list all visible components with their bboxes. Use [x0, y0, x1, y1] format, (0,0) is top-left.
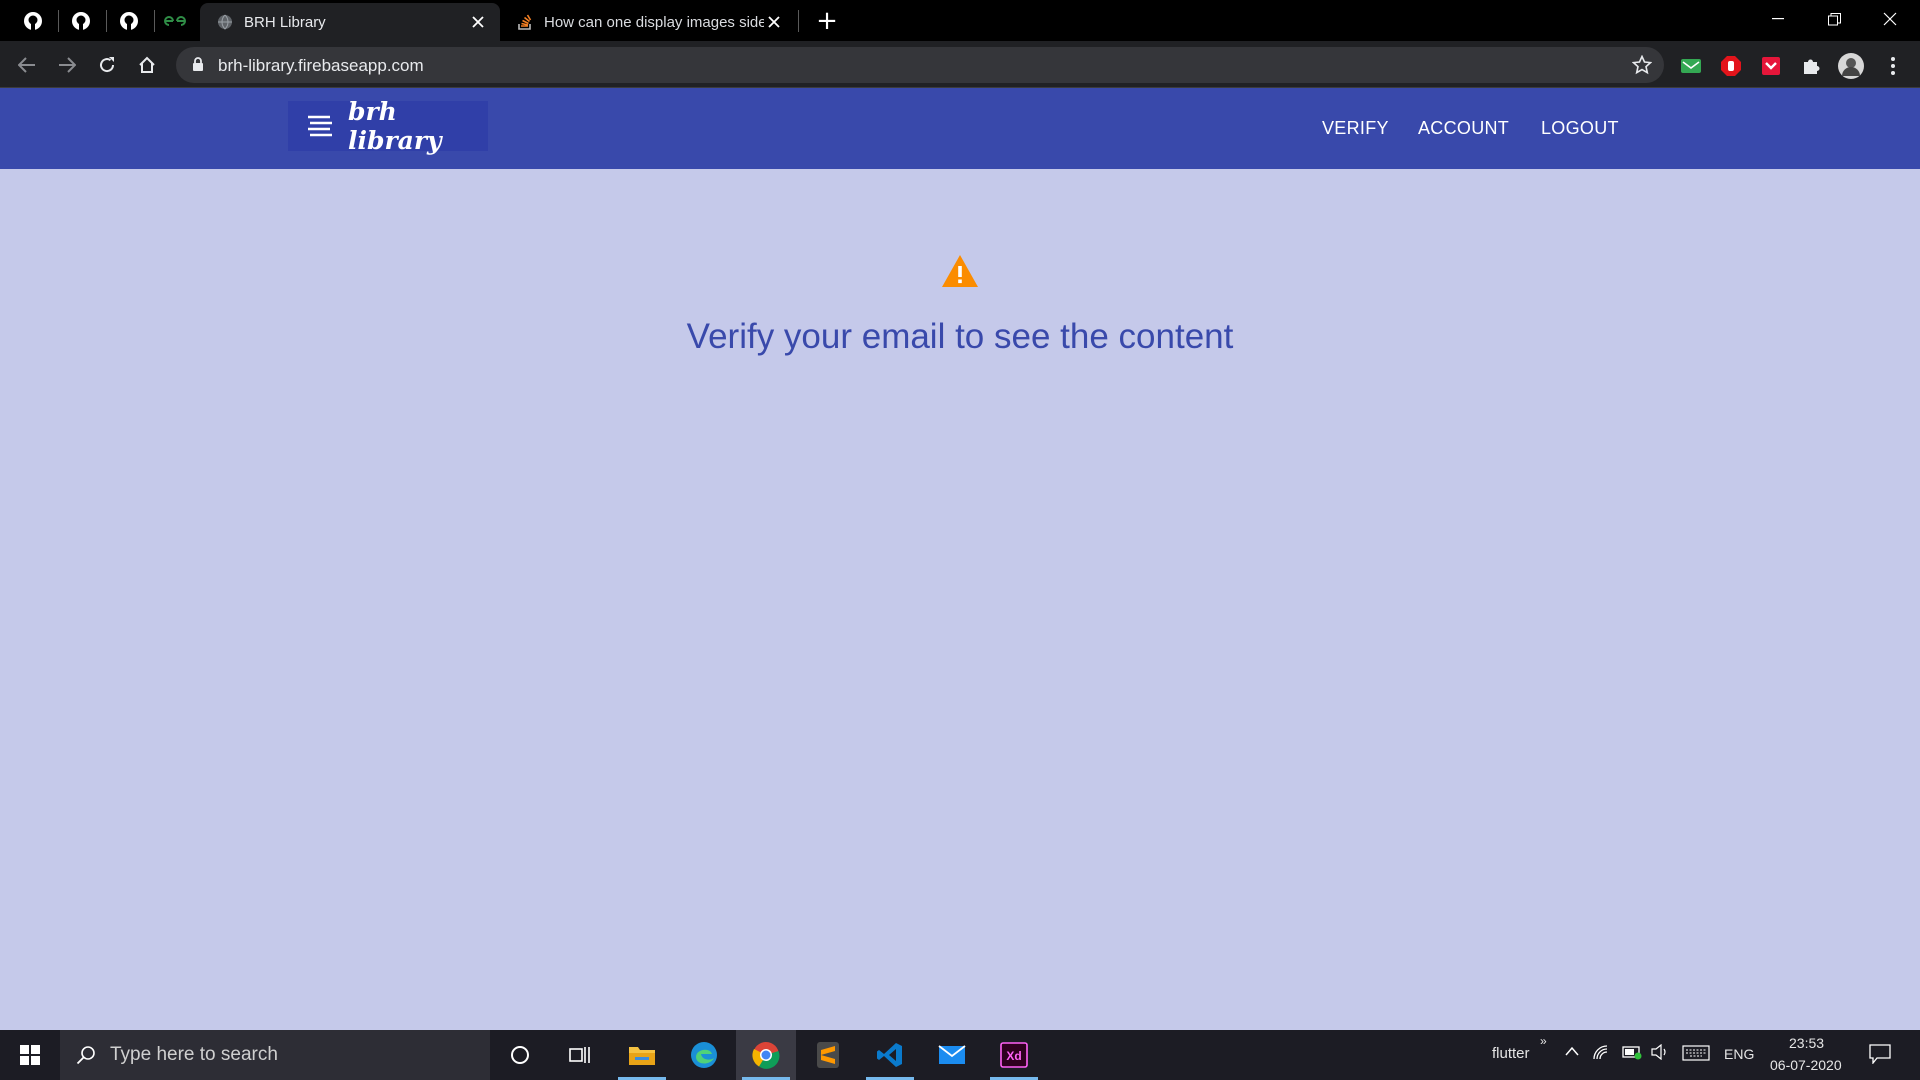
profile-avatar[interactable]	[1838, 53, 1864, 79]
browser-toolbar: brh-library.firebaseapp.com	[0, 41, 1920, 88]
new-tab-button[interactable]: +	[814, 8, 840, 34]
chevron-double-right-icon[interactable]: »	[1540, 1034, 1547, 1048]
taskbar-mail[interactable]	[922, 1030, 982, 1080]
arrow-left-icon	[18, 57, 35, 73]
windows-taskbar: Type here to search Xd flutter » ENG 23:…	[0, 1030, 1920, 1080]
keyboard-icon[interactable]	[1682, 1045, 1710, 1065]
browser-tab-strip: BRH Library How can one display images s…	[0, 0, 1920, 41]
extension-pocket-icon[interactable]	[1758, 53, 1784, 79]
github-icon	[24, 12, 42, 30]
extension-adblock-icon[interactable]	[1718, 53, 1744, 79]
search-icon	[76, 1045, 96, 1065]
puzzle-icon[interactable]	[1798, 53, 1824, 79]
stackoverflow-icon	[516, 13, 534, 31]
mail-icon	[938, 1045, 966, 1064]
menu-icon	[306, 114, 334, 138]
taskbar-file-explorer[interactable]	[612, 1030, 672, 1080]
main-content: Verify your email to see the content	[0, 169, 1920, 1030]
close-icon[interactable]	[468, 12, 488, 32]
taskbar-edge[interactable]	[674, 1030, 734, 1080]
sublime-icon	[817, 1042, 839, 1068]
verify-email-message: Verify your email to see the content	[686, 317, 1234, 356]
github-icon	[120, 12, 138, 30]
vscode-icon	[877, 1043, 902, 1067]
task-view-icon	[569, 1047, 590, 1063]
tab-separator	[106, 10, 107, 32]
reload-button[interactable]	[93, 51, 121, 79]
brand-title: brh library	[348, 97, 442, 155]
taskbar-search[interactable]: Type here to search	[60, 1030, 490, 1080]
restore-button[interactable]	[1806, 0, 1862, 38]
clock-date[interactable]: 06-07-2020	[1770, 1057, 1842, 1073]
edge-icon	[691, 1042, 717, 1068]
cortana-icon	[511, 1046, 529, 1064]
window-close-button[interactable]	[1862, 0, 1918, 38]
github-icon	[72, 12, 90, 30]
chevron-up-icon[interactable]	[1564, 1044, 1580, 1061]
tab-brh-library[interactable]: BRH Library	[200, 3, 500, 41]
close-icon[interactable]	[764, 12, 784, 32]
start-button[interactable]	[0, 1030, 60, 1080]
tab-title: How can one display images side	[544, 13, 764, 31]
volume-icon[interactable]	[1650, 1043, 1670, 1064]
folder-icon	[629, 1047, 655, 1065]
taskbar-chrome[interactable]	[736, 1030, 796, 1080]
language-indicator[interactable]: ENG	[1724, 1046, 1754, 1062]
cortana-button[interactable]	[490, 1030, 550, 1080]
home-button[interactable]	[133, 51, 161, 79]
tab-separator	[798, 10, 799, 32]
lock-icon	[192, 57, 204, 77]
tab-stackoverflow[interactable]: How can one display images side	[500, 3, 796, 41]
minimize-button[interactable]	[1750, 0, 1806, 38]
wifi-icon[interactable]	[1592, 1044, 1610, 1064]
globe-icon	[216, 13, 234, 31]
restore-icon	[1827, 12, 1841, 25]
battery-icon[interactable]	[1622, 1044, 1644, 1064]
pinned-tab-github-2[interactable]	[68, 8, 94, 34]
clock-time[interactable]: 23:53	[1789, 1035, 1824, 1051]
back-button[interactable]	[13, 51, 41, 79]
forward-button[interactable]	[53, 51, 81, 79]
adobe-xd-icon: Xd	[1000, 1042, 1028, 1068]
pinned-tab-github-3[interactable]	[116, 8, 142, 34]
address-bar[interactable]: brh-library.firebaseapp.com	[176, 47, 1664, 83]
task-view-button[interactable]	[550, 1030, 610, 1080]
brand-button[interactable]: brh library	[288, 97, 488, 155]
tab-separator	[58, 10, 59, 32]
tab-separator	[154, 10, 155, 32]
plus-icon: +	[816, 6, 838, 36]
star-icon[interactable]	[1631, 54, 1653, 80]
app-bar: brh library VERIFY ACCOUNT LOGOUT	[0, 88, 1920, 169]
notification-icon[interactable]	[1869, 1044, 1891, 1068]
reload-icon	[100, 57, 115, 73]
nav-account[interactable]: ACCOUNT	[1418, 118, 1509, 139]
pinned-tab-geeksforgeeks[interactable]	[162, 8, 188, 34]
toolbar-label[interactable]: flutter	[1492, 1045, 1530, 1062]
url-text: brh-library.firebaseapp.com	[218, 56, 424, 75]
taskbar-vscode[interactable]	[860, 1030, 920, 1080]
svg-text:Xd: Xd	[1006, 1049, 1021, 1063]
more-vert-icon[interactable]	[1880, 53, 1906, 79]
taskbar-adobe-xd[interactable]: Xd	[984, 1030, 1044, 1080]
nav-logout[interactable]: LOGOUT	[1541, 118, 1619, 139]
search-placeholder: Type here to search	[110, 1044, 278, 1065]
arrow-right-icon	[59, 57, 76, 73]
minimize-icon	[1772, 18, 1784, 20]
pinned-tab-github-1[interactable]	[20, 8, 46, 34]
tab-title: BRH Library	[244, 13, 326, 31]
chrome-icon	[752, 1042, 780, 1069]
extension-mail-icon[interactable]	[1678, 53, 1704, 79]
windows-icon	[20, 1045, 40, 1065]
close-icon	[1883, 12, 1897, 26]
taskbar-sublime[interactable]	[798, 1030, 858, 1080]
home-icon	[139, 56, 155, 73]
geeksforgeeks-icon	[164, 16, 186, 26]
nav-verify[interactable]: VERIFY	[1322, 118, 1389, 139]
warning-icon	[942, 255, 978, 287]
